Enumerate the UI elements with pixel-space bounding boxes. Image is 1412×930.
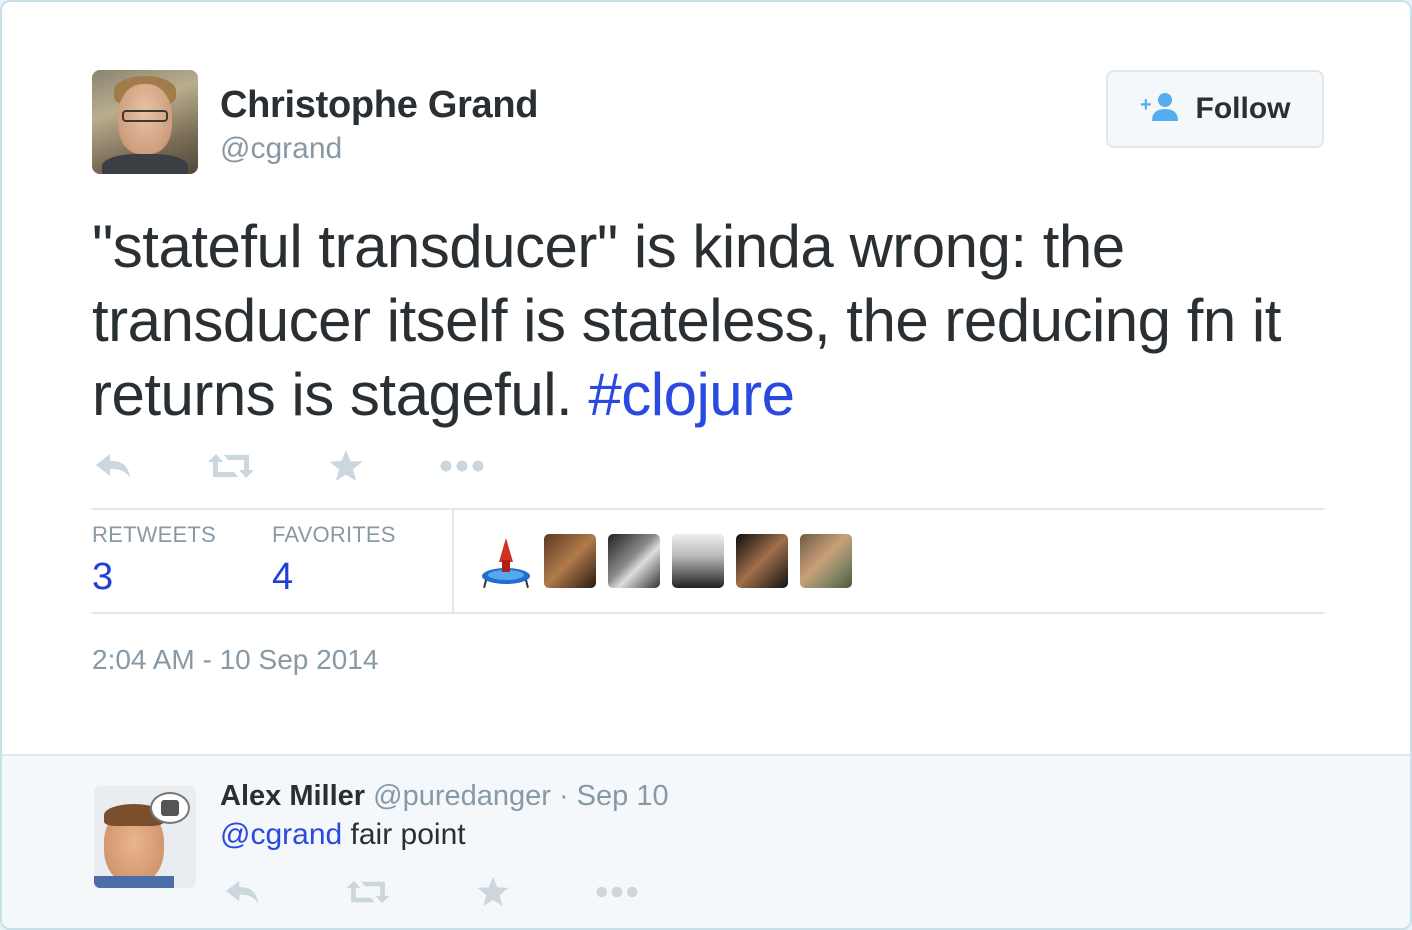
follow-label: Follow xyxy=(1195,92,1291,125)
mention-link[interactable]: @cgrand xyxy=(220,818,342,851)
svg-text:+: + xyxy=(1140,94,1152,116)
author-avatar[interactable] xyxy=(92,70,198,174)
retweet-icon[interactable] xyxy=(208,446,254,486)
tweet-card: Christophe Grand @cgrand + Follow "state… xyxy=(0,0,1412,930)
reply-avatar[interactable] xyxy=(94,786,196,888)
retweets-stat[interactable]: RETWEETS 3 xyxy=(92,522,216,599)
favorites-count: 4 xyxy=(272,556,294,598)
tweet-text: "stateful transducer" is kinda wrong: th… xyxy=(92,210,1322,432)
author-name[interactable]: Christophe Grand xyxy=(220,84,539,127)
user-avatar[interactable] xyxy=(544,534,596,588)
tweet-header: Christophe Grand @cgrand + Follow xyxy=(92,70,1324,174)
author-handle[interactable]: @cgrand xyxy=(220,132,342,166)
reply-header: Alex Miller @puredanger · Sep 10 xyxy=(220,780,669,813)
favorite-star-icon[interactable] xyxy=(476,872,510,912)
retweet-icon[interactable] xyxy=(346,872,390,912)
horse-avatar[interactable] xyxy=(800,534,852,588)
retweets-count: 3 xyxy=(92,556,114,598)
retweets-label: RETWEETS xyxy=(92,522,216,547)
more-dots-icon[interactable] xyxy=(596,872,638,912)
stats-separator xyxy=(452,510,454,612)
tweet-timestamp[interactable]: 2:04 AM - 10 Sep 2014 xyxy=(92,644,378,676)
reply-text: @cgrand fair point xyxy=(220,818,466,852)
more-dots-icon[interactable] xyxy=(440,446,484,486)
reply-icon[interactable] xyxy=(94,446,134,486)
reply-author-name[interactable]: Alex Miller xyxy=(220,780,365,812)
reply-section: Alex Miller @puredanger · Sep 10 @cgrand… xyxy=(2,754,1410,928)
favorites-label: FAVORITES xyxy=(272,522,396,547)
tweet-actions xyxy=(94,446,514,486)
trampoline-rocket-avatar[interactable] xyxy=(480,534,532,588)
favorites-stat[interactable]: FAVORITES 4 xyxy=(272,522,396,599)
reply-icon[interactable] xyxy=(224,872,262,912)
follow-button[interactable]: + Follow xyxy=(1106,70,1324,148)
reply-meta[interactable]: @puredanger · Sep 10 xyxy=(373,780,668,812)
reply-body: fair point xyxy=(342,818,466,851)
hashtag-link[interactable]: #clojure xyxy=(588,361,795,428)
tweet-stats: RETWEETS 3 FAVORITES 4 xyxy=(92,510,1324,612)
favorite-star-icon[interactable] xyxy=(328,446,364,486)
reply-actions xyxy=(224,872,644,908)
user-avatar[interactable] xyxy=(608,534,660,588)
user-avatar[interactable] xyxy=(736,534,788,588)
user-avatar[interactable] xyxy=(672,534,724,588)
divider-bottom xyxy=(92,612,1324,614)
add-user-icon: + xyxy=(1140,91,1182,128)
